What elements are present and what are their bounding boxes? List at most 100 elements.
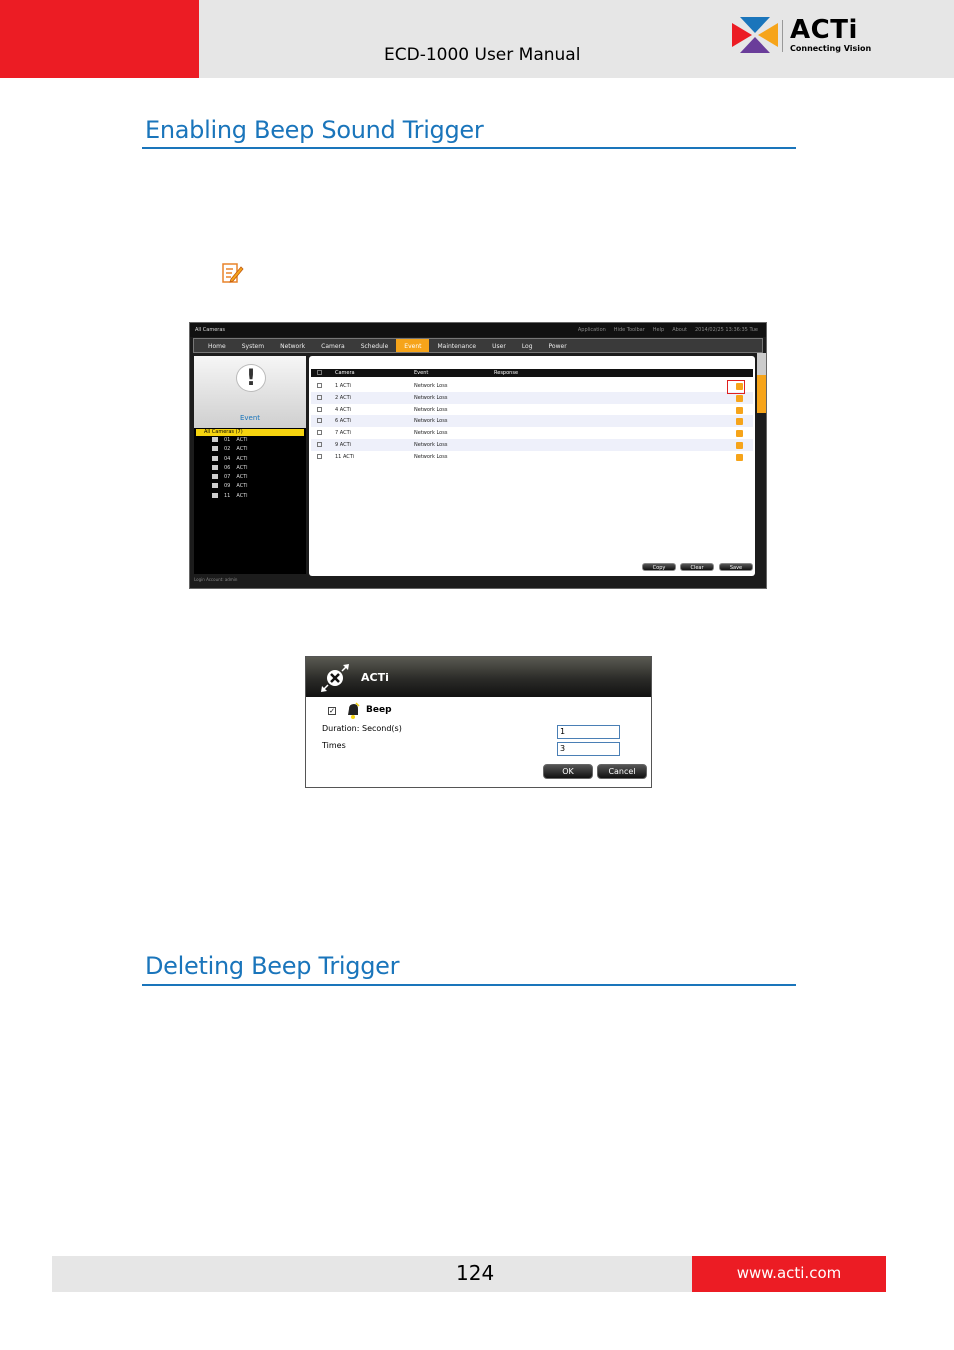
status-bar: Login Account: admin	[194, 577, 238, 582]
table-row[interactable]: 2 ACTi Network Loss	[311, 391, 753, 404]
camera-icon	[212, 464, 218, 470]
event-settings-screenshot: All Cameras Application Hide Toolbar Hel…	[189, 322, 767, 589]
copy-button[interactable]: Copy	[642, 563, 676, 571]
nav-maintenance[interactable]: Maintenance	[429, 339, 484, 352]
duration-input[interactable]: 1	[557, 725, 620, 739]
camera-icon	[212, 446, 218, 452]
footer-url[interactable]: www.acti.com	[692, 1256, 886, 1292]
logo-separator	[782, 20, 783, 52]
app-menu-application[interactable]: Application	[578, 327, 606, 333]
table-row[interactable]: 4 ACTi Network Loss	[311, 404, 753, 416]
nav-log[interactable]: Log	[514, 339, 541, 352]
event-header: ! Event	[194, 356, 306, 428]
table-row[interactable]: 7 ACTi Network Loss	[311, 427, 753, 439]
dialog-title: ACTi	[361, 671, 389, 684]
times-label: Times	[322, 741, 346, 750]
camera-icon	[212, 492, 218, 498]
acti-dialog-icon	[321, 664, 349, 692]
camera-icon	[212, 437, 218, 442]
beep-dialog-screenshot: ACTi ✓ Beep Duration: Second(s) Times 1 …	[305, 656, 652, 788]
col-event[interactable]: Event	[414, 370, 428, 376]
dialog-title-bar: ACTi	[306, 657, 651, 697]
header-red-block	[0, 0, 199, 78]
edit-icon[interactable]	[736, 394, 743, 402]
beep-label: Beep	[366, 705, 392, 715]
logo-wordmark: ACTi	[790, 15, 858, 45]
table-row[interactable]: 9 ACTi Network Loss	[311, 439, 753, 451]
select-all-checkbox[interactable]	[317, 370, 322, 375]
times-input[interactable]: 3	[557, 742, 620, 756]
edit-icon[interactable]	[736, 418, 743, 426]
camera-tree-item[interactable]: 09 ACTi	[212, 483, 248, 492]
row-checkbox[interactable]	[317, 394, 322, 400]
cancel-button[interactable]: Cancel	[597, 764, 647, 779]
edit-icon[interactable]	[736, 453, 743, 461]
acti-logo-icon	[732, 17, 778, 53]
camera-tree-item[interactable]: 11 ACTi	[212, 492, 248, 502]
camera-tree-item[interactable]: 01 ACTi	[212, 437, 248, 446]
row-checkbox[interactable]	[317, 418, 322, 424]
app-menu-hide-toolbar[interactable]: Hide Toolbar	[614, 327, 645, 333]
row-checkbox[interactable]	[317, 430, 322, 436]
acti-logo: ACTi Connecting Vision	[732, 15, 871, 57]
camera-tree-item[interactable]: 06 ACTi	[212, 464, 248, 474]
table-row[interactable]: 6 ACTi Network Loss	[311, 415, 753, 428]
table-header: Camera Event Response	[311, 369, 753, 377]
page-header: ECD-1000 User Manual ACTi Connecting Vis…	[0, 0, 954, 78]
camera-tree-item[interactable]: 07 ACTi	[212, 474, 248, 483]
main-nav: Home System Network Camera Schedule Even…	[193, 338, 763, 353]
edit-icon[interactable]	[736, 430, 743, 438]
page-number: 124	[456, 1261, 495, 1285]
camera-icon	[212, 455, 218, 461]
page-footer: 124 www.acti.com	[52, 1256, 886, 1292]
camera-tree-item[interactable]: 04 ACTi	[212, 455, 248, 465]
nav-schedule[interactable]: Schedule	[353, 339, 397, 352]
all-cameras-node[interactable]: All Cameras (7)	[196, 429, 304, 436]
nav-system[interactable]: System	[234, 339, 272, 352]
row-checkbox[interactable]	[317, 383, 322, 388]
event-table-panel: Camera Event Response 1 ACTi Network Loss…	[309, 356, 755, 576]
camera-tree-item[interactable]: 02 ACTi	[212, 446, 248, 455]
table-row[interactable]: 1 ACTi Network Loss	[311, 380, 753, 392]
event-label: Event	[239, 414, 261, 422]
camera-icon	[212, 474, 218, 480]
app-title-bar: All Cameras Application Hide Toolbar Hel…	[190, 323, 766, 337]
duration-label: Duration: Second(s)	[322, 724, 402, 733]
side-tab-info[interactable]	[757, 353, 766, 375]
ok-button[interactable]: OK	[543, 764, 593, 779]
nav-event[interactable]: Event	[396, 339, 430, 352]
row-checkbox[interactable]	[317, 453, 322, 459]
camera-tree: 01 ACTi 02 ACTi 04 ACTi 06 ACTi 07 ACTi 09 ACT…	[212, 437, 248, 502]
section-underline	[142, 984, 796, 986]
manual-title: ECD-1000 User Manual	[384, 45, 581, 65]
nav-user[interactable]: User	[484, 339, 514, 352]
alert-bubble-icon: !	[236, 364, 266, 392]
highlight-box	[727, 380, 745, 394]
app-clock: 2014/02/25 13:36:35 Tue	[695, 327, 758, 333]
beep-checkbox[interactable]: ✓	[328, 707, 336, 715]
edit-icon	[222, 263, 244, 283]
nav-camera[interactable]: Camera	[313, 339, 353, 352]
col-camera[interactable]: Camera	[335, 370, 355, 376]
nav-power[interactable]: Power	[541, 339, 575, 352]
section-underline	[142, 147, 796, 149]
nav-home[interactable]: Home	[200, 339, 234, 352]
save-button[interactable]: Save	[719, 563, 753, 571]
row-checkbox[interactable]	[317, 406, 322, 412]
section-heading-enable: Enabling Beep Sound Trigger	[145, 116, 484, 144]
edit-icon[interactable]	[736, 442, 743, 449]
app-menu-about[interactable]: About	[672, 327, 687, 333]
app-title: All Cameras	[195, 327, 226, 333]
camera-icon	[212, 483, 218, 489]
beep-icon	[348, 702, 360, 719]
nav-network[interactable]: Network	[272, 339, 313, 352]
row-checkbox[interactable]	[317, 442, 322, 447]
clear-button[interactable]: Clear	[680, 563, 714, 571]
section-heading-delete: Deleting Beep Trigger	[145, 952, 400, 980]
logo-tagline: Connecting Vision	[790, 44, 872, 53]
camera-panel: ! Event All Cameras (7) 01 ACTi 02 ACTi 04…	[194, 356, 306, 574]
edit-icon[interactable]	[736, 406, 743, 414]
col-response[interactable]: Response	[494, 370, 518, 376]
table-row[interactable]: 11 ACTi Network Loss	[311, 451, 753, 463]
app-menu-help[interactable]: Help	[653, 327, 664, 333]
